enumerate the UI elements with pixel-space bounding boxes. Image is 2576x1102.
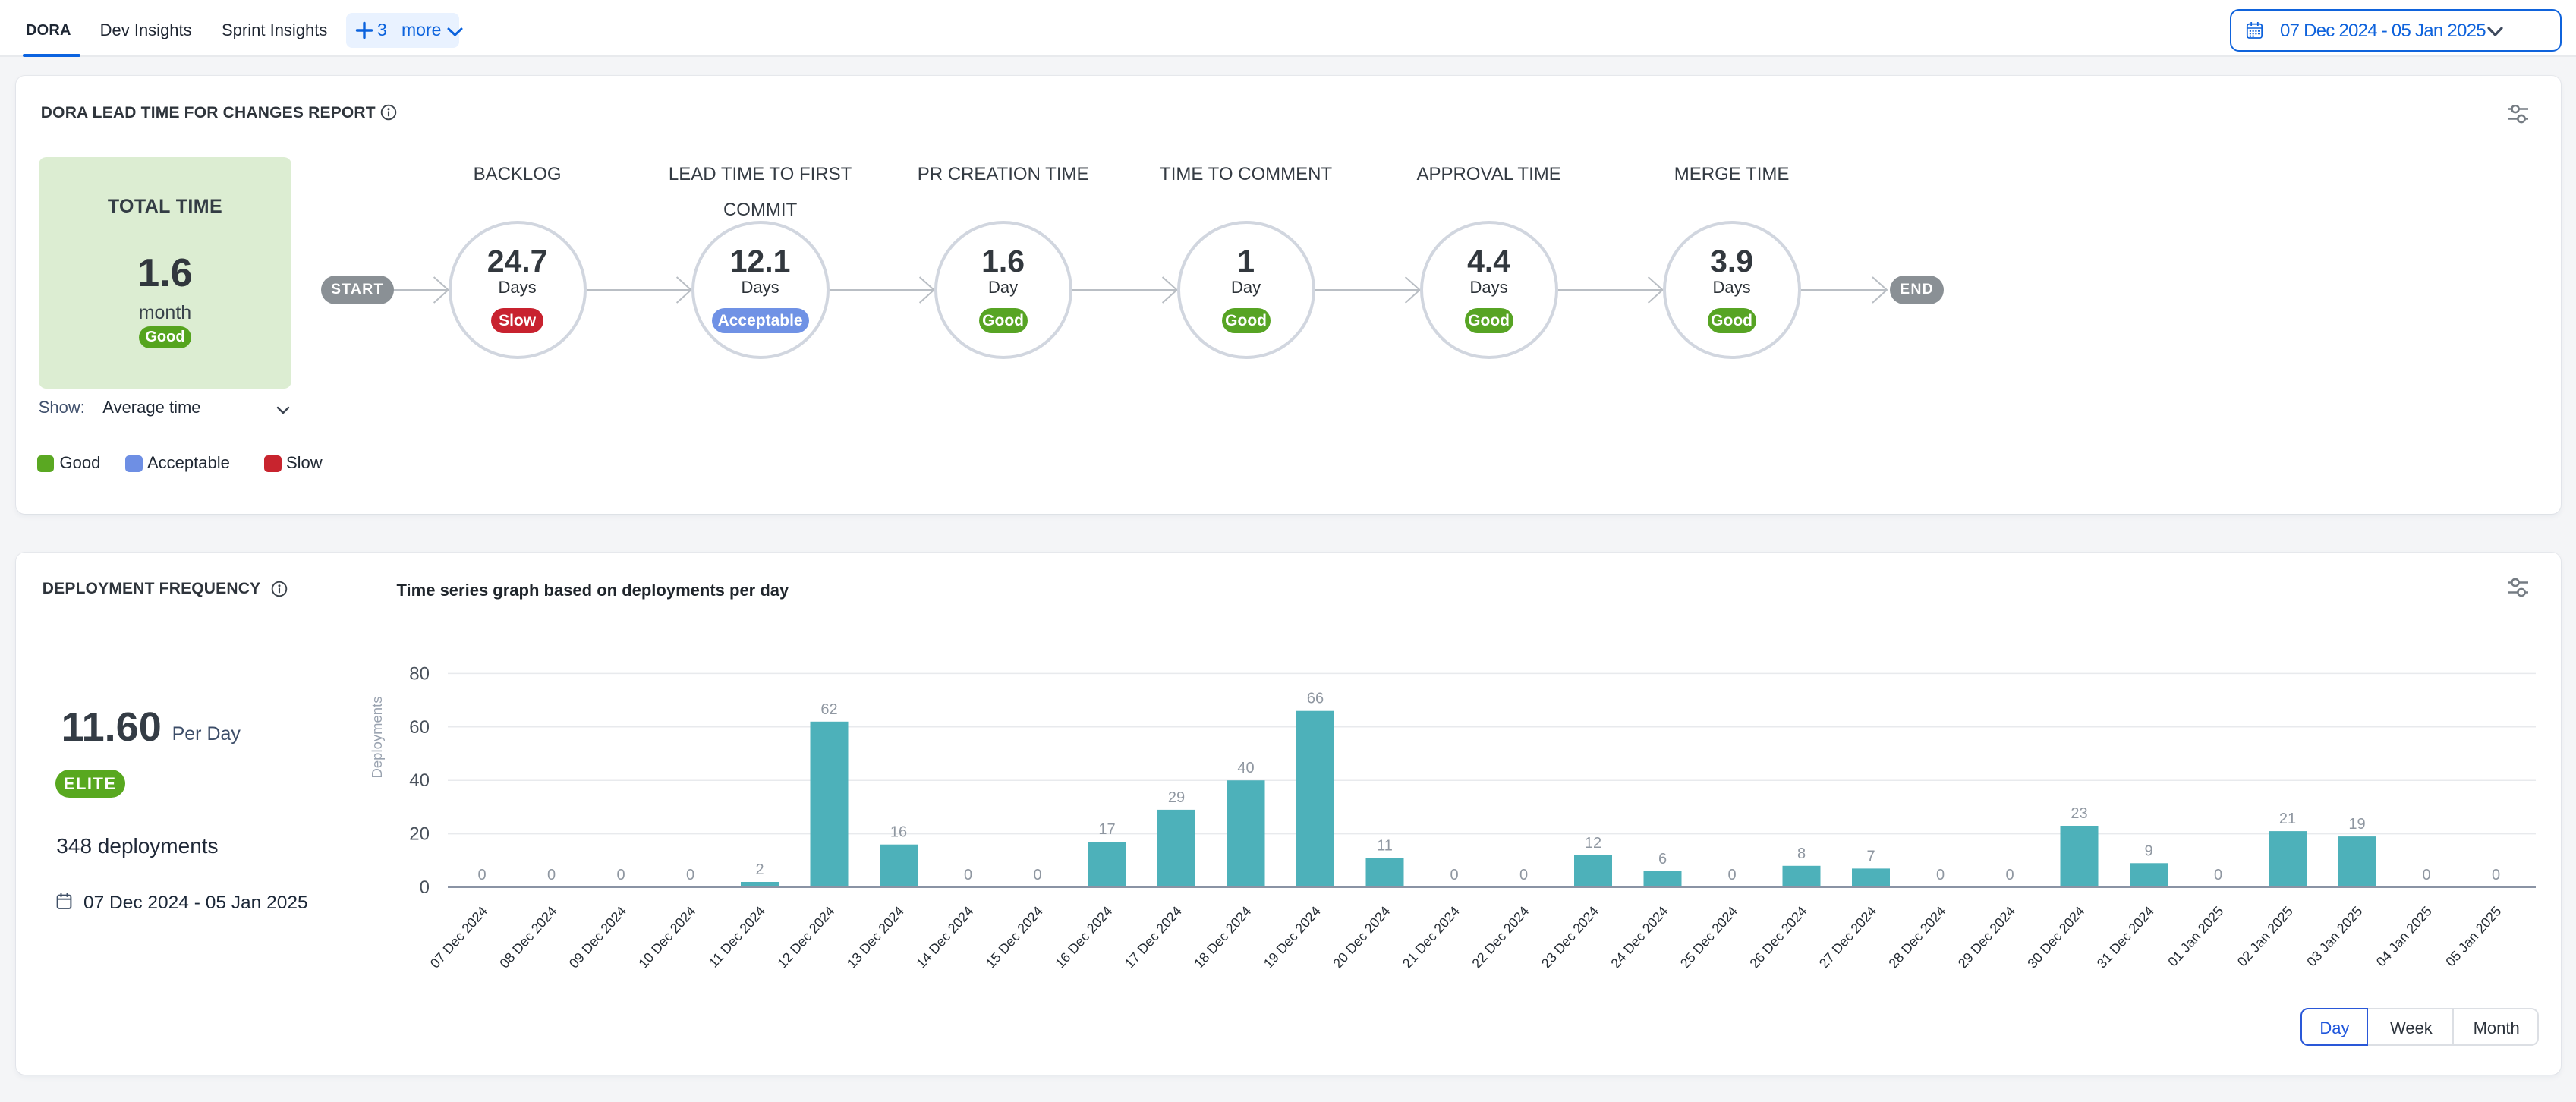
svg-text:03 Jan 2025: 03 Jan 2025 <box>2304 903 2365 969</box>
svg-text:29 Dec 2024: 29 Dec 2024 <box>1955 903 2018 971</box>
svg-text:29: 29 <box>1168 789 1185 806</box>
svg-text:40: 40 <box>409 770 430 791</box>
svg-text:6: 6 <box>1658 851 1667 867</box>
svg-text:19: 19 <box>2348 816 2365 833</box>
svg-text:2: 2 <box>755 861 764 878</box>
svg-text:80: 80 <box>409 663 430 684</box>
svg-text:14 Dec 2024: 14 Dec 2024 <box>913 903 976 971</box>
svg-text:0: 0 <box>1727 867 1736 883</box>
svg-text:09 Dec 2024: 09 Dec 2024 <box>566 903 629 971</box>
svg-text:0: 0 <box>2492 867 2500 883</box>
svg-text:9: 9 <box>2144 842 2152 859</box>
svg-text:16: 16 <box>890 824 907 841</box>
svg-text:0: 0 <box>686 867 694 883</box>
svg-text:0: 0 <box>964 867 972 883</box>
svg-text:12: 12 <box>1585 835 1601 852</box>
svg-text:62: 62 <box>820 701 837 718</box>
svg-text:13 Dec 2024: 13 Dec 2024 <box>844 903 907 971</box>
svg-text:21: 21 <box>2279 811 2296 827</box>
svg-text:Deployments: Deployments <box>369 697 385 779</box>
svg-text:11: 11 <box>1377 837 1393 854</box>
svg-text:22 Dec 2024: 22 Dec 2024 <box>1469 903 1532 971</box>
svg-text:0: 0 <box>547 867 556 883</box>
svg-text:08 Dec 2024: 08 Dec 2024 <box>496 903 559 971</box>
svg-text:26 Dec 2024: 26 Dec 2024 <box>1746 903 1809 971</box>
svg-text:27 Dec 2024: 27 Dec 2024 <box>1816 903 1879 971</box>
svg-text:31 Dec 2024: 31 Dec 2024 <box>2094 903 2157 971</box>
svg-text:16 Dec 2024: 16 Dec 2024 <box>1052 903 1115 971</box>
svg-text:0: 0 <box>2422 867 2430 883</box>
svg-text:20 Dec 2024: 20 Dec 2024 <box>1330 903 1393 971</box>
svg-text:7: 7 <box>1866 848 1875 864</box>
svg-text:11 Dec 2024: 11 Dec 2024 <box>706 903 768 970</box>
svg-text:23: 23 <box>2071 805 2087 822</box>
svg-text:25 Dec 2024: 25 Dec 2024 <box>1677 903 1740 971</box>
svg-text:0: 0 <box>477 867 486 883</box>
svg-text:23 Dec 2024: 23 Dec 2024 <box>1538 903 1601 971</box>
svg-text:04 Jan 2025: 04 Jan 2025 <box>2373 903 2435 969</box>
svg-text:12 Dec 2024: 12 Dec 2024 <box>774 903 837 971</box>
svg-text:0: 0 <box>1519 867 1528 883</box>
svg-text:0: 0 <box>1936 867 1945 883</box>
svg-text:8: 8 <box>1797 845 1806 862</box>
svg-text:05 Jan 2025: 05 Jan 2025 <box>2442 903 2504 969</box>
svg-text:17: 17 <box>1098 821 1115 838</box>
svg-text:0: 0 <box>2214 867 2222 883</box>
svg-text:21 Dec 2024: 21 Dec 2024 <box>1400 903 1463 971</box>
svg-text:66: 66 <box>1307 691 1324 707</box>
svg-text:30 Dec 2024: 30 Dec 2024 <box>2024 903 2087 971</box>
svg-text:20: 20 <box>409 824 430 845</box>
svg-text:19 Dec 2024: 19 Dec 2024 <box>1261 903 1324 971</box>
svg-text:18 Dec 2024: 18 Dec 2024 <box>1191 903 1254 971</box>
svg-text:0: 0 <box>420 877 430 898</box>
svg-text:15 Dec 2024: 15 Dec 2024 <box>983 903 1046 971</box>
svg-text:24 Dec 2024: 24 Dec 2024 <box>1608 903 1671 971</box>
svg-text:01 Jan 2025: 01 Jan 2025 <box>2165 903 2226 969</box>
svg-text:10 Dec 2024: 10 Dec 2024 <box>635 903 698 971</box>
svg-text:0: 0 <box>1033 867 1041 883</box>
svg-text:0: 0 <box>1450 867 1458 883</box>
svg-text:0: 0 <box>2005 867 2014 883</box>
svg-text:28 Dec 2024: 28 Dec 2024 <box>1885 903 1948 971</box>
svg-text:0: 0 <box>616 867 625 883</box>
svg-text:02 Jan 2025: 02 Jan 2025 <box>2234 903 2296 969</box>
svg-text:17 Dec 2024: 17 Dec 2024 <box>1122 903 1185 971</box>
svg-text:07 Dec 2024: 07 Dec 2024 <box>427 903 490 971</box>
svg-text:40: 40 <box>1237 760 1254 776</box>
svg-text:60: 60 <box>409 717 430 738</box>
